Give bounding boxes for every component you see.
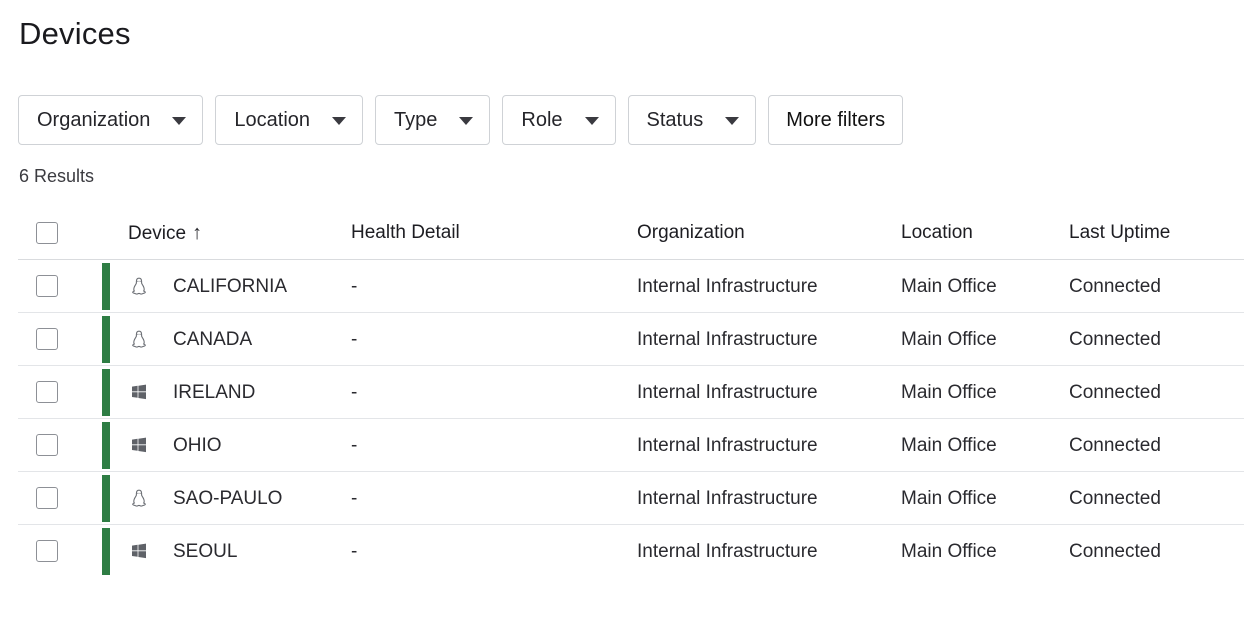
location-cell: Main Office [901,275,997,297]
column-header-last-uptime[interactable]: Last Uptime [1069,222,1170,244]
column-header-label: Device [128,222,187,244]
row-checkbox[interactable] [36,275,58,297]
column-header-organization[interactable]: Organization [637,222,745,244]
last-uptime-cell: Connected [1069,540,1161,562]
organization-cell: Internal Infrastructure [637,487,818,509]
results-count: 6 Results [19,166,95,186]
windows-icon [129,435,149,455]
filter-label: Type [394,108,438,131]
filter-label: Role [521,108,563,131]
device-name[interactable]: CALIFORNIA [173,260,287,313]
row-checkbox[interactable] [36,328,58,350]
column-header-device[interactable]: Device ↑ [128,222,202,245]
table-row[interactable]: IRELAND - Internal Infrastructure Main O… [18,366,1244,419]
status-indicator [102,263,110,310]
last-uptime-cell: Connected [1069,434,1161,456]
row-checkbox[interactable] [36,487,58,509]
location-cell: Main Office [901,381,997,403]
devices-table: Device ↑ Health Detail Organization Loca… [18,207,1244,578]
windows-icon [129,541,149,561]
caret-down-icon [172,117,187,125]
table-row[interactable]: SAO-PAULO - Internal Infrastructure Main… [18,472,1244,525]
linux-icon [129,329,149,349]
organization-cell: Internal Infrastructure [637,328,818,350]
status-filter-dropdown[interactable]: Status [627,95,757,145]
filter-label: Status [646,108,704,131]
column-header-location[interactable]: Location [901,222,973,244]
page-title: Devices [19,16,131,51]
row-checkbox[interactable] [36,434,58,456]
health-detail: - [351,487,358,509]
table-header: Device ↑ Health Detail Organization Loca… [18,207,1244,260]
organization-filter-dropdown[interactable]: Organization [18,95,204,145]
row-checkbox[interactable] [36,381,58,403]
device-name[interactable]: IRELAND [173,366,255,419]
health-detail: - [351,434,358,456]
table-row[interactable]: SEOUL - Internal Infrastructure Main Off… [18,525,1244,578]
column-header-health-detail[interactable]: Health Detail [351,222,460,244]
organization-cell: Internal Infrastructure [637,540,818,562]
status-indicator [102,369,110,416]
status-indicator [102,475,110,522]
caret-down-icon [725,117,740,125]
last-uptime-cell: Connected [1069,275,1161,297]
row-checkbox[interactable] [36,540,58,562]
status-indicator [102,422,110,469]
role-filter-dropdown[interactable]: Role [502,95,616,145]
last-uptime-cell: Connected [1069,381,1161,403]
device-name[interactable]: OHIO [173,419,222,472]
windows-icon [129,382,149,402]
caret-down-icon [459,117,474,125]
status-indicator [102,528,110,575]
location-cell: Main Office [901,487,997,509]
location-filter-dropdown[interactable]: Location [215,95,364,145]
status-indicator [102,316,110,363]
filter-bar: Organization Location Type Role Status M… [18,95,904,145]
table-body: CALIFORNIA - Internal Infrastructure Mai… [18,260,1244,578]
health-detail: - [351,275,358,297]
organization-cell: Internal Infrastructure [637,275,818,297]
table-row[interactable]: CALIFORNIA - Internal Infrastructure Mai… [18,260,1244,313]
location-cell: Main Office [901,328,997,350]
health-detail: - [351,381,358,403]
caret-down-icon [584,117,599,125]
last-uptime-cell: Connected [1069,328,1161,350]
sort-ascending-icon: ↑ [192,222,203,244]
device-name[interactable]: SEOUL [173,525,237,578]
location-cell: Main Office [901,540,997,562]
device-name[interactable]: SAO-PAULO [173,472,282,525]
filter-label: Location [234,108,311,131]
health-detail: - [351,540,358,562]
device-name[interactable]: CANADA [173,313,252,366]
table-row[interactable]: OHIO - Internal Infrastructure Main Offi… [18,419,1244,472]
linux-icon [129,488,149,508]
select-all-checkbox[interactable] [36,222,58,244]
location-cell: Main Office [901,434,997,456]
last-uptime-cell: Connected [1069,487,1161,509]
linux-icon [129,276,149,296]
organization-cell: Internal Infrastructure [637,381,818,403]
filter-label: Organization [37,108,151,131]
more-filters-button[interactable]: More filters [768,95,904,145]
filter-label: More filters [786,108,886,131]
table-row[interactable]: CANADA - Internal Infrastructure Main Of… [18,313,1244,366]
organization-cell: Internal Infrastructure [637,434,818,456]
caret-down-icon [332,117,347,125]
type-filter-dropdown[interactable]: Type [375,95,491,145]
health-detail: - [351,328,358,350]
